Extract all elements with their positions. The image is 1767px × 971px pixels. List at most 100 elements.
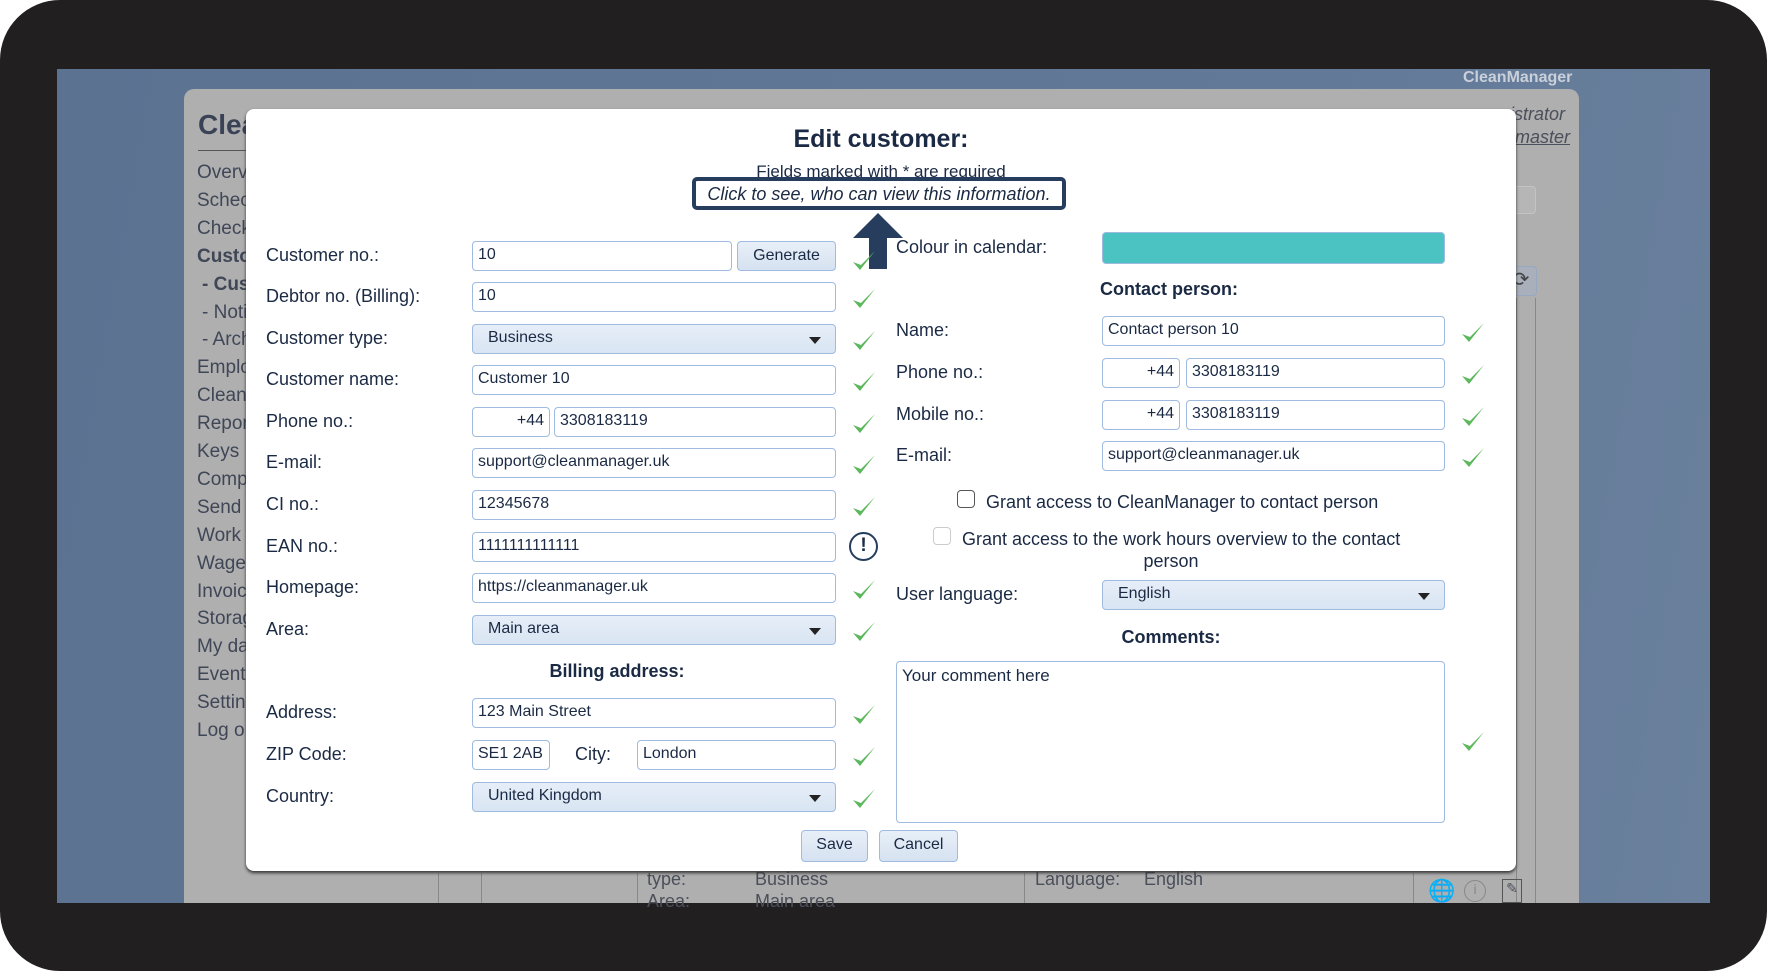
bg-language-value: English [1144,869,1204,889]
sidebar-item[interactable]: Overv [197,162,248,184]
customer-no-input[interactable]: 10 [472,241,732,271]
sidebar-item[interactable]: Keys [197,441,239,463]
phone-input[interactable]: 3308183119 [554,407,836,437]
contact-mobile-prefix-input[interactable]: +44 [1102,400,1180,430]
valid-check-icon [851,702,877,728]
sidebar-item[interactable]: Wage [197,553,246,575]
sidebar-item[interactable]: Schec [197,190,250,212]
valid-check-icon [851,411,877,437]
grant-access-checkbox[interactable] [957,490,975,508]
email-label: E-mail: [266,452,323,472]
valid-check-icon [851,452,877,478]
grant-hours-checkbox[interactable] [933,527,951,545]
contact-heading: Contact person: [1100,279,1239,299]
sidebar-item[interactable]: Custo [197,246,251,268]
bg-area-value: Main area [755,891,836,911]
customer-type-label: Customer type: [266,328,389,348]
sidebar-item[interactable]: Invoic [197,581,247,603]
city-input[interactable]: London [637,740,836,770]
sidebar-item[interactable]: Repor [197,413,249,435]
valid-check-icon [851,619,877,645]
contact-mobile-input[interactable]: 3308183119 [1186,400,1445,430]
valid-check-icon [851,369,877,395]
sidebar-item[interactable]: My da [197,636,249,658]
bg-type-label: type: [647,869,687,889]
sidebar-item[interactable]: - Noti [202,302,247,324]
warning-icon: ! [849,532,878,561]
globe-icon[interactable]: 🌐 [1428,878,1455,904]
user-role: istrator [1510,104,1566,124]
sidebar-item[interactable]: Comp [197,469,248,491]
customer-name-label: Customer name: [266,369,400,389]
address-label: Address: [266,702,338,722]
save-button[interactable]: Save [801,830,868,862]
grant-access-label: Grant access to CleanManager to contact … [986,492,1379,512]
colour-picker[interactable] [1102,232,1445,264]
brand-label: CleanManager [1463,69,1573,86]
ci-no-label: CI no.: [266,494,320,514]
sidebar-item[interactable]: Work [197,525,241,547]
sidebar-item[interactable]: Check [197,218,251,240]
customer-type-select[interactable]: Business [472,324,836,354]
contact-email-label: E-mail: [896,445,953,465]
sidebar-item[interactable]: Log o [197,720,245,742]
debtor-no-label: Debtor no. (Billing): [266,286,421,306]
valid-check-icon [851,328,877,354]
grant-hours-label-cont: person [1143,551,1199,571]
background-column [1516,298,1536,903]
sidebar-item[interactable]: - Cus [202,274,250,296]
phone-label: Phone no.: [266,411,354,431]
ean-no-input[interactable]: 1111111111111 [472,532,836,562]
contact-phone-prefix-input[interactable]: +44 [1102,358,1180,388]
bg-area-label: Area: [647,891,691,911]
zip-input[interactable]: SE1 2AB [472,740,550,770]
phone-prefix-input[interactable]: +44 [472,407,550,437]
homepage-label: Homepage: [266,577,360,597]
contact-mobile-label: Mobile no.: [896,404,985,424]
contact-phone-label: Phone no.: [896,362,984,382]
contact-phone-input[interactable]: 3308183119 [1186,358,1445,388]
sidebar-item[interactable]: Storag [197,608,253,630]
sidebar-item[interactable]: Send [197,497,241,519]
contact-email-input[interactable]: support@cleanmanager.uk [1102,441,1445,471]
area-label: Area: [266,619,310,639]
sidebar-item[interactable]: - Arch [202,329,252,351]
sidebar-item[interactable]: Clean [197,385,247,407]
language-select[interactable]: English [1102,580,1445,610]
bg-type-value: Business [755,869,829,889]
country-label: Country: [266,786,335,806]
edit-icon[interactable]: ✎ [1502,879,1522,903]
info-icon[interactable]: i [1464,880,1486,902]
address-input[interactable]: 123 Main Street [472,698,836,728]
visibility-tooltip[interactable]: Click to see, who can view this informat… [692,177,1066,210]
cancel-button[interactable]: Cancel [879,830,958,862]
divider [1413,873,1414,903]
user-link[interactable]: master [1515,127,1570,148]
colour-label: Colour in calendar: [896,237,1048,257]
homepage-input[interactable]: https://cleanmanager.uk [472,573,836,603]
valid-check-icon [851,744,877,770]
comments-heading: Comments: [1121,627,1221,647]
customer-no-label: Customer no.: [266,245,380,265]
city-label: City: [575,744,611,764]
customer-name-input[interactable]: Customer 10 [472,365,836,395]
valid-check-icon [851,577,877,603]
valid-check-icon [851,248,877,274]
sidebar-item[interactable]: Event [197,664,246,686]
valid-check-icon [851,494,877,520]
debtor-no-input[interactable]: 10 [472,282,836,312]
valid-check-icon [851,786,877,812]
ci-no-input[interactable]: 12345678 [472,490,836,520]
sidebar-item[interactable]: Settin [197,692,246,714]
country-select[interactable]: United Kingdom [472,782,836,812]
email-input[interactable]: support@cleanmanager.uk [472,448,836,478]
comments-textarea[interactable]: Your comment here [896,661,1445,823]
area-select[interactable]: Main area [472,615,836,645]
language-label: User language: [896,584,1019,604]
contact-name-input[interactable]: Contact person 10 [1102,316,1445,346]
bg-language-label: Language: [1035,869,1121,889]
generate-button[interactable]: Generate [737,241,836,271]
sidebar-item[interactable]: Emplo [197,357,251,379]
grant-hours-label: Grant access to the work hours overview … [962,529,1401,549]
ean-no-label: EAN no.: [266,536,339,556]
